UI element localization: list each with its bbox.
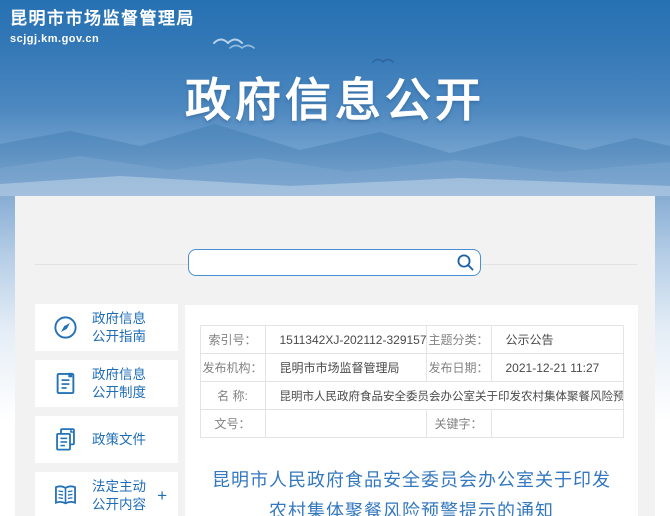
table-row: 发布机构： 昆明市市场监督管理局 发布日期： 2021-12-21 11:27 — [200, 354, 623, 382]
sidebar-item-policy-files[interactable]: 政策文件 — [35, 416, 178, 463]
search-box[interactable] — [188, 249, 481, 276]
sidebar-item-label: 政策文件 — [92, 431, 150, 449]
banner: 昆明市市场监督管理局 scjgj.km.gov.cn 政府信息公开 — [0, 0, 670, 196]
page: 昆明市市场监督管理局 scjgj.km.gov.cn 政府信息公开 — [0, 0, 670, 516]
article-title: 昆明市人民政府食品安全委员会办公室关于印发农村集体聚餐风险预警提示的通知 — [206, 465, 618, 516]
category-label: 主题分类： — [426, 326, 491, 354]
document-panel: 索引号： 1511342XJ-202112-329157 主题分类： 公示公告 … — [185, 305, 638, 516]
sidebar-item-label: 法定主动公开内容 — [92, 478, 150, 514]
sidebar: 政府信息公开指南 政府信息公开制度 — [35, 304, 178, 516]
search-icon — [456, 253, 475, 272]
policy-doc-icon — [52, 370, 79, 397]
date-value: 2021-12-21 11:27 — [491, 354, 623, 382]
sidebar-item-disclosure-guide[interactable]: 政府信息公开指南 — [35, 304, 178, 351]
docnum-label: 文号： — [200, 410, 265, 438]
index-label: 索引号： — [200, 326, 265, 354]
search-button[interactable] — [450, 250, 480, 275]
docnum-value — [265, 410, 426, 438]
sidebar-item-disclosure-system[interactable]: 政府信息公开制度 — [35, 360, 178, 407]
site-logo[interactable]: 昆明市市场监督管理局 scjgj.km.gov.cn — [10, 8, 195, 45]
index-value: 1511342XJ-202112-329157 — [265, 326, 426, 354]
keyword-value — [491, 410, 623, 438]
page-title: 政府信息公开 — [0, 64, 670, 130]
keyword-label: 关键字： — [426, 410, 491, 438]
name-label: 名 称: — [200, 382, 265, 410]
name-value: 昆明市人民政府食品安全委员会办公室关于印发农村集体聚餐风险预警提示的通知 — [265, 382, 623, 410]
org-domain: scjgj.km.gov.cn — [10, 33, 195, 45]
category-value: 公示公告 — [491, 326, 623, 354]
publisher-label: 发布机构： — [200, 354, 265, 382]
date-label: 发布日期： — [426, 354, 491, 382]
table-row: 名 称: 昆明市人民政府食品安全委员会办公室关于印发农村集体聚餐风险预警提示的通… — [200, 382, 623, 410]
sidebar-item-label: 政府信息公开制度 — [92, 366, 150, 402]
compass-icon — [52, 314, 79, 341]
sidebar-item-label: 政府信息公开指南 — [92, 310, 150, 346]
open-book-icon — [52, 482, 79, 509]
birds-icon — [212, 33, 264, 51]
org-name: 昆明市市场监督管理局 — [10, 8, 195, 31]
expand-plus-icon[interactable]: + — [157, 486, 167, 506]
table-row: 文号： 关键字： — [200, 410, 623, 438]
sidebar-item-statutory-disclosure[interactable]: 法定主动公开内容 + — [35, 472, 178, 516]
publisher-value: 昆明市市场监督管理局 — [265, 354, 426, 382]
table-row: 索引号： 1511342XJ-202112-329157 主题分类： 公示公告 — [200, 326, 623, 354]
search-input[interactable] — [189, 250, 450, 275]
content-area: 政府信息公开指南 政府信息公开制度 — [15, 196, 655, 516]
files-icon — [52, 426, 79, 453]
doc-info-table: 索引号： 1511342XJ-202112-329157 主题分类： 公示公告 … — [200, 325, 624, 438]
